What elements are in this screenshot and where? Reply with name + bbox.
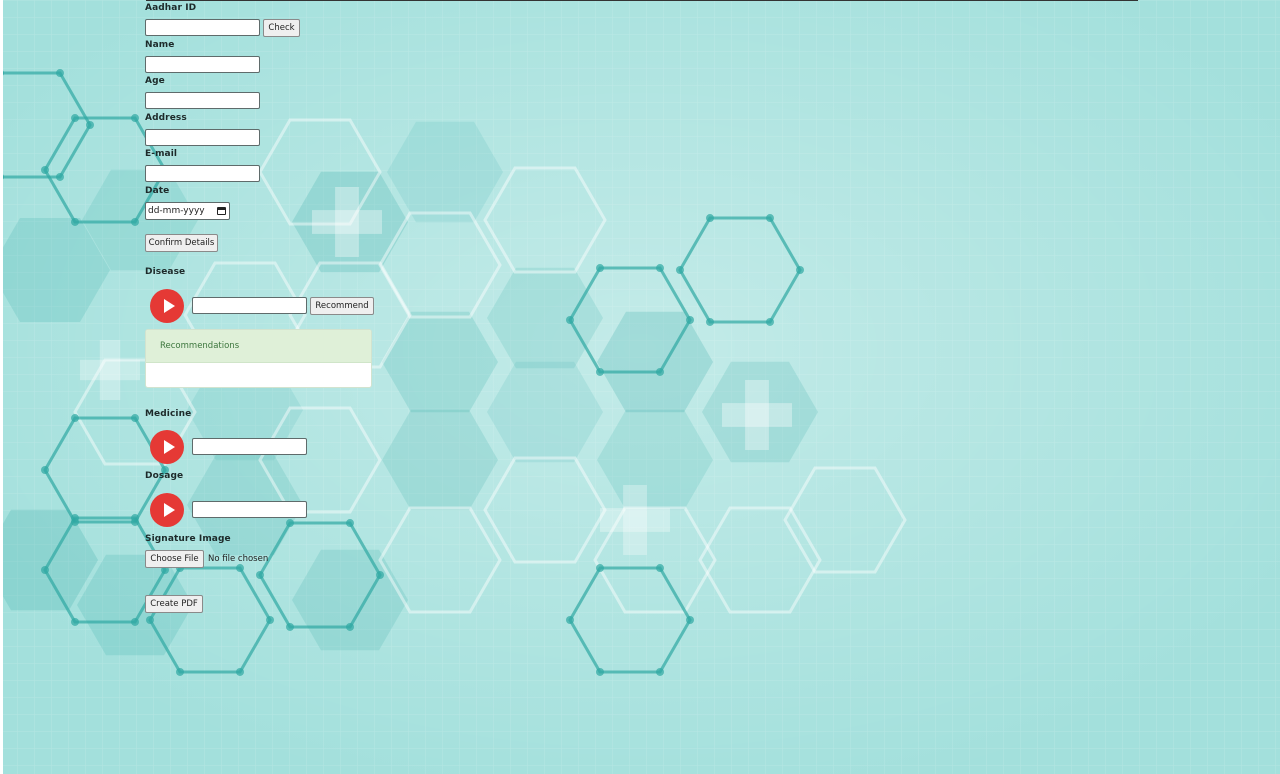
- prescription-form: Aadhar ID Check Name Age Address E-mail …: [0, 0, 1280, 774]
- signature-label: Signature Image: [145, 534, 231, 544]
- create-pdf-button[interactable]: Create PDF: [145, 595, 203, 613]
- disease-voice-button[interactable]: [150, 289, 184, 323]
- calendar-icon[interactable]: [217, 207, 226, 215]
- aadhar-label: Aadhar ID: [145, 3, 197, 13]
- recommend-button[interactable]: Recommend: [310, 297, 374, 315]
- date-label: Date: [145, 186, 170, 196]
- recommendations-title: Recommendations: [146, 330, 371, 363]
- check-button[interactable]: Check: [263, 19, 300, 37]
- name-input[interactable]: [145, 56, 260, 73]
- signature-file-picker: Choose File No file chosen: [145, 550, 268, 568]
- play-icon: [163, 503, 175, 517]
- confirm-details-button[interactable]: Confirm Details: [145, 234, 218, 252]
- dosage-input[interactable]: [192, 501, 307, 518]
- date-placeholder: dd-mm-yyyy: [148, 206, 205, 216]
- dosage-voice-button[interactable]: [150, 493, 184, 527]
- recommendations-panel: Recommendations: [145, 329, 372, 388]
- file-status: No file chosen: [208, 554, 269, 564]
- address-label: Address: [145, 113, 187, 123]
- play-icon: [163, 440, 175, 454]
- name-label: Name: [145, 40, 175, 50]
- choose-file-button[interactable]: Choose File: [145, 550, 204, 568]
- disease-input[interactable]: [192, 297, 307, 314]
- aadhar-input[interactable]: [145, 19, 260, 36]
- email-input[interactable]: [145, 165, 260, 182]
- medicine-voice-button[interactable]: [150, 430, 184, 464]
- age-input[interactable]: [145, 92, 260, 109]
- date-input[interactable]: dd-mm-yyyy: [145, 202, 230, 220]
- dosage-label: Dosage: [145, 471, 184, 481]
- age-label: Age: [145, 76, 165, 86]
- disease-label: Disease: [145, 267, 186, 277]
- email-label: E-mail: [145, 149, 178, 159]
- play-icon: [163, 299, 175, 313]
- medicine-input[interactable]: [192, 438, 307, 455]
- address-input[interactable]: [145, 129, 260, 146]
- medicine-label: Medicine: [145, 409, 192, 419]
